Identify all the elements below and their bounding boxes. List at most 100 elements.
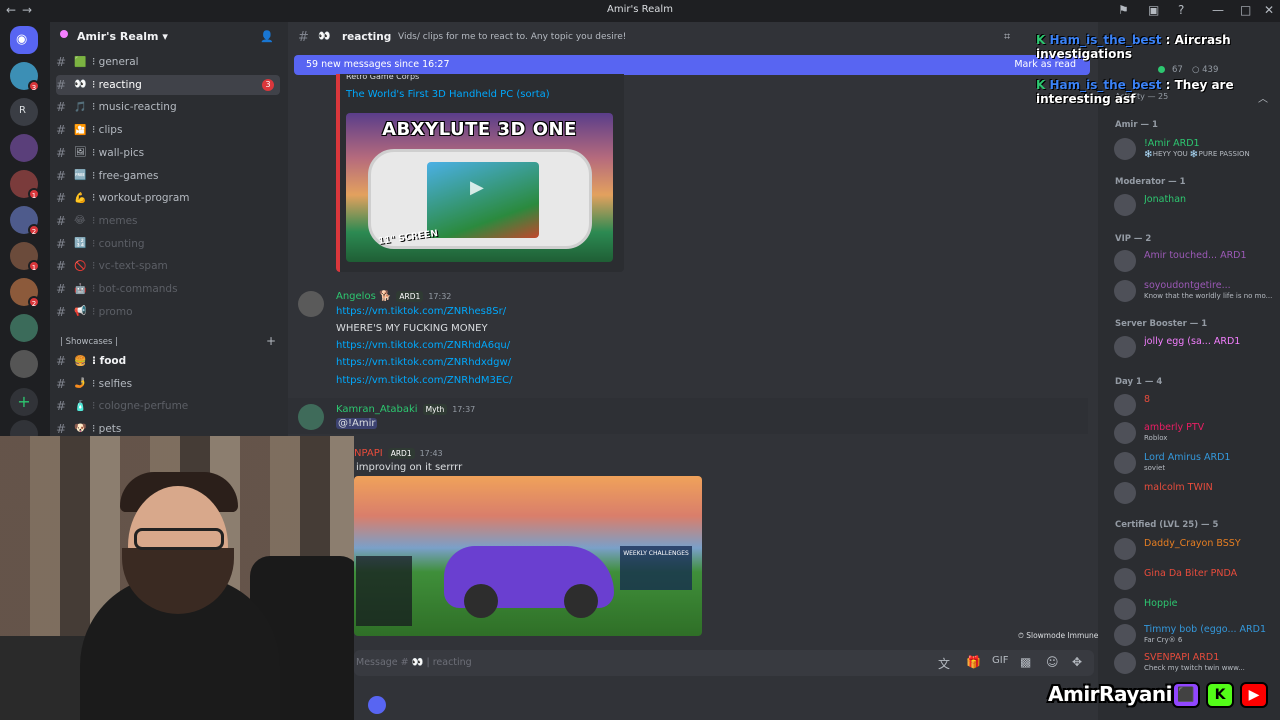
member-status: Check my twitch twin www...	[1144, 664, 1245, 672]
channel-memes[interactable]: # 😂 ⁝ memes	[56, 211, 280, 231]
message-link[interactable]: https://vm.tiktok.com/ZNRhdA6qu/	[336, 340, 510, 351]
chevron-up-icon[interactable]: ︿	[1258, 90, 1268, 105]
server-icon[interactable]	[10, 314, 38, 342]
channel-cologne-perfume[interactable]: # 🧴 ⁝ cologne-perfume	[56, 396, 280, 416]
close-icon[interactable]: ✕	[1264, 3, 1274, 17]
channel-reacting[interactable]: # 👀 ⁝ reacting 3	[56, 74, 280, 95]
channel-emoji-icon: 📢	[74, 306, 87, 318]
member-row[interactable]: Gina Da Biter PNDA	[1114, 566, 1276, 592]
member-row[interactable]: !Amir ARD1 ❄️HEYY YOU ❄️PURE PASSION	[1114, 136, 1276, 162]
member-name: jolly egg (sa... ARD1	[1144, 336, 1241, 347]
server-icon[interactable]	[10, 134, 38, 162]
server-icon[interactable]: 3	[10, 62, 40, 92]
avatar[interactable]	[298, 291, 324, 317]
author-name[interactable]: Kamran_Atabaki	[336, 404, 418, 415]
avatar[interactable]	[298, 404, 324, 430]
message-input[interactable]: Message # 👀 | reacting 文 🎁 GIF ▩ ☺ ✥	[354, 650, 1094, 676]
help-icon[interactable]: ?	[1178, 3, 1184, 17]
channel-hash-icon: #	[56, 55, 67, 69]
channel-promo[interactable]: # 📢 ⁝ promo	[56, 302, 280, 322]
maximize-icon[interactable]: □	[1240, 3, 1251, 17]
member-row[interactable]: SVENPAPI ARD1 Check my twitch twin www...	[1114, 650, 1276, 676]
member-row[interactable]: malcolm TWIN	[1114, 480, 1276, 506]
embed-thumbnail[interactable]: ABXYLUTE 3D ONE 11" SCREEN ▶	[346, 113, 613, 262]
channel-clips[interactable]: # 🎦 ⁝ clips	[56, 120, 280, 140]
channel-workout-program[interactable]: # 💪 ⁝ workout-program	[56, 188, 280, 208]
channel-label: ⁝ clips	[92, 124, 123, 137]
mention-badge: 3	[28, 80, 40, 92]
author-name[interactable]: Angelos 🐕	[336, 291, 391, 302]
server-icon[interactable]: R	[10, 98, 38, 126]
channel-bot-commands[interactable]: # 🤖 ⁝ bot-commands	[56, 279, 280, 299]
add-channel-icon[interactable]: +	[266, 334, 276, 348]
member-row[interactable]: Timmy bob (eggo... ARD1 Far Cry® 6	[1114, 622, 1276, 648]
channel-wall-pics[interactable]: # 🖼 ⁝ wall-pics	[56, 143, 280, 163]
avatar	[1114, 568, 1136, 590]
inbox-flag-icon[interactable]: ⚑	[1118, 3, 1129, 17]
new-messages-banner[interactable]: 59 new messages since 16:27 Mark as read	[294, 55, 1090, 75]
category-showcases[interactable]: | Showcases |	[60, 337, 118, 347]
monitor-icon[interactable]: ▣	[1148, 3, 1159, 17]
member-name: amberly PTV	[1144, 422, 1205, 433]
member-row[interactable]: amberly PTV Roblox	[1114, 420, 1276, 446]
embed-provider[interactable]: Retro Game Corps	[346, 75, 616, 82]
message-link[interactable]: https://vm.tiktok.com/ZNRhdM3EC/	[336, 375, 513, 386]
channel-selfies[interactable]: # 🤳 ⁝ selfies	[56, 374, 280, 394]
threads-icon[interactable]: ⌗	[1004, 30, 1010, 44]
mention[interactable]: @!Amir	[336, 418, 378, 429]
channel-label: ⁝ wall-pics	[92, 146, 145, 159]
server-letter: R	[19, 105, 26, 116]
emoji-icon[interactable]: ☺	[1046, 655, 1059, 669]
thumbnail-title: ABXYLUTE 3D ONE	[382, 119, 577, 140]
member-row[interactable]: Amir touched... ARD1	[1114, 248, 1276, 274]
server-icon[interactable]: 2	[10, 206, 40, 236]
channel-label: ⁝ workout-program	[92, 192, 190, 205]
author-name[interactable]: NPAPI	[354, 448, 383, 459]
message-link[interactable]: https://vm.tiktok.com/ZNRhes8Sr/	[336, 306, 506, 317]
sticker-icon[interactable]: ▩	[1020, 655, 1031, 669]
guild-tag: ARD1	[396, 291, 424, 302]
gif-icon[interactable]: GIF	[992, 655, 1008, 666]
member-row[interactable]: Hoppie	[1114, 596, 1276, 622]
channel-label: ⁝ general	[92, 56, 139, 68]
add-server-icon[interactable]: +	[10, 388, 38, 416]
member-row[interactable]: Lord Amirus ARD1 soviet	[1114, 450, 1276, 476]
discord-taskbar-icon[interactable]	[368, 696, 386, 714]
apps-icon[interactable]: ✥	[1072, 655, 1082, 669]
channel-topic[interactable]: Vids/ clips for me to react to. Any topi…	[398, 32, 626, 42]
channel-vc-text-spam[interactable]: # 🚫 ⁝ vc-text-spam	[56, 256, 280, 276]
invite-icon[interactable]: 👤	[260, 30, 274, 43]
member-row[interactable]: jolly egg (sa... ARD1	[1114, 334, 1276, 360]
member-row[interactable]: soyoudontgetire... Know that the worldly …	[1114, 278, 1276, 304]
embed-title[interactable]: The World's First 3D Handheld PC (sorta)	[346, 89, 550, 100]
message-header: Angelos 🐕 ARD1 17:32	[336, 291, 451, 302]
channel-free-games[interactable]: # 🆓 ⁝ free-games	[56, 166, 280, 186]
avatar	[1114, 422, 1136, 444]
attachment-image[interactable]: WEEKLY CHALLENGES	[354, 476, 702, 636]
channel-food[interactable]: # 🍔 ⁝ food	[56, 351, 280, 371]
member-row[interactable]: Daddy_Crayon BSSY	[1114, 536, 1276, 562]
car-image	[444, 546, 614, 618]
channel-music-reacting[interactable]: # 🎵 ⁝ music-reacting	[56, 97, 280, 117]
channel-counting[interactable]: # 🔢 ⁝ counting	[56, 234, 280, 254]
message-link[interactable]: https://vm.tiktok.com/ZNRhdxdgw/	[336, 357, 511, 368]
channel-emoji-icon: 🧴	[74, 400, 87, 412]
server-icon[interactable]: 1	[10, 170, 40, 200]
guild-name[interactable]: Amir's Realm ▾	[77, 30, 168, 43]
server-icon[interactable]: 1	[10, 242, 40, 272]
server-icon[interactable]: 2	[10, 278, 40, 308]
discord-home-icon[interactable]: ◉	[10, 26, 38, 54]
channel-hash-icon: #	[298, 30, 309, 45]
member-row[interactable]: 8	[1114, 392, 1276, 418]
member-status: Far Cry® 6	[1144, 636, 1183, 644]
member-category: Moderator — 1	[1115, 177, 1186, 187]
server-icon[interactable]	[10, 350, 38, 378]
member-row[interactable]: Jonathan	[1114, 192, 1276, 218]
minimize-icon[interactable]: —	[1212, 3, 1224, 17]
play-icon[interactable]: ▶	[470, 177, 484, 198]
gift-icon[interactable]: 🎁	[966, 655, 981, 669]
new-messages-text: 59 new messages since 16:27	[306, 59, 450, 70]
translate-icon[interactable]: 文	[938, 655, 950, 672]
channel-general[interactable]: # 🟩 ⁝ general	[56, 52, 280, 72]
channel-emoji-icon: 🚫	[74, 260, 87, 272]
